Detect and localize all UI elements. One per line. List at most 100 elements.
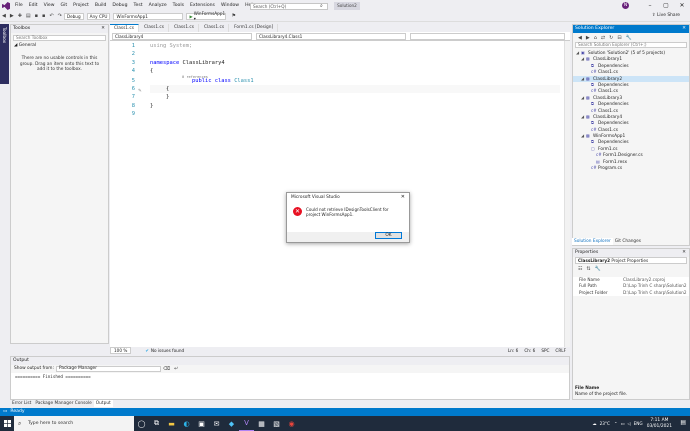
toolbox-search-input[interactable]: Search Toolbox: [13, 35, 106, 41]
line-ending[interactable]: CRLF: [555, 347, 566, 354]
tab-git-changes[interactable]: Git Changes: [613, 238, 643, 245]
property-row[interactable]: Project Folder D:\Lap Trinh C sharp\Solut…: [573, 290, 689, 296]
tree-item[interactable]: c#Program.cs: [573, 165, 689, 171]
home-icon[interactable]: ⌂: [594, 35, 597, 41]
menu-edit[interactable]: Edit: [26, 0, 41, 11]
menu-analyze[interactable]: Analyze: [146, 0, 170, 11]
tree-item-label: ClassLibrary1: [593, 57, 623, 63]
tab-class1[interactable]: Class1.cs: [140, 24, 170, 32]
platform-dropdown[interactable]: Any CPU: [86, 12, 111, 20]
categorized-icon[interactable]: ☷: [578, 266, 582, 272]
close-icon[interactable]: ✕: [101, 25, 105, 33]
chrome-icon[interactable]: ◉: [284, 416, 299, 431]
back-icon[interactable]: ◀: [2, 13, 6, 19]
refresh-icon[interactable]: ↻: [609, 35, 613, 41]
close-icon[interactable]: ✕: [682, 25, 686, 33]
solution-explorer-search[interactable]: Search Solution Explorer (Ctrl+;): [575, 42, 687, 48]
minimize-icon[interactable]: –: [642, 0, 658, 11]
line-number: 1: [131, 43, 135, 49]
tab-output[interactable]: Output: [93, 400, 113, 407]
ok-button[interactable]: OK: [375, 232, 402, 239]
output-source-dropdown[interactable]: Package Manager: [55, 366, 161, 372]
redo-icon[interactable]: ↷: [58, 13, 62, 19]
editor-scrollbar[interactable]: [564, 41, 570, 347]
project-dropdown[interactable]: ClassLibrary4: [112, 32, 252, 40]
edge-browser-icon[interactable]: ◐: [179, 416, 194, 431]
save-icon[interactable]: ▪: [35, 13, 38, 19]
app-icon[interactable]: ◆: [224, 416, 239, 431]
toolbar-misc-icon[interactable]: ⚑: [231, 13, 235, 19]
tab-solution-explorer[interactable]: Solution Explorer: [572, 238, 613, 245]
task-view-icon[interactable]: ⧉: [149, 416, 164, 431]
open-icon[interactable]: ▤: [26, 13, 31, 19]
forward-icon[interactable]: ▶: [10, 13, 14, 19]
tab-class1-active[interactable]: Class1.cs: [110, 24, 140, 32]
menu-debug[interactable]: Debug: [109, 0, 130, 11]
store-icon[interactable]: ▣: [194, 416, 209, 431]
property-pages-icon[interactable]: 🔧: [595, 266, 601, 272]
taskbar-search-input[interactable]: ⌕ Type here to search: [14, 416, 134, 431]
collapse-all-icon[interactable]: ⊟: [617, 35, 621, 41]
zoom-level[interactable]: 100 %: [110, 347, 132, 354]
new-item-icon[interactable]: ✚: [18, 13, 22, 19]
clock[interactable]: 7:11 AM 03/01/2021: [647, 418, 672, 429]
sync-icon[interactable]: ⇄: [601, 35, 605, 41]
account-avatar[interactable]: N: [622, 2, 629, 9]
undo-icon[interactable]: ↶: [49, 13, 53, 19]
tab-form1-design[interactable]: Form1.cs [Design]: [230, 24, 279, 32]
visual-studio-icon[interactable]: V: [239, 416, 254, 431]
notifications-icon[interactable]: ▤: [680, 419, 686, 426]
forward-icon[interactable]: ▶: [586, 35, 590, 41]
quick-actions-icon[interactable]: ✎: [138, 89, 142, 94]
menu-test[interactable]: Test: [131, 0, 146, 11]
menu-file[interactable]: File: [12, 0, 26, 11]
tab-class1[interactable]: Class1.cs: [200, 24, 230, 32]
maximize-icon[interactable]: ▢: [658, 0, 674, 11]
menu-tools[interactable]: Tools: [170, 0, 187, 11]
toolbox-side-tab[interactable]: Toolbox: [0, 24, 9, 84]
properties-object-dropdown[interactable]: ClassLibrary2 Project Properties: [575, 257, 687, 264]
network-icon[interactable]: ▭: [620, 421, 624, 426]
clear-all-icon[interactable]: ⌫: [163, 365, 170, 373]
save-all-icon[interactable]: ▪: [42, 13, 45, 19]
start-button-label: WinFormsApp1 ▾: [193, 11, 226, 21]
type-dropdown[interactable]: ClassLibrary4.Class1: [256, 32, 406, 40]
menu-build[interactable]: Build: [92, 0, 110, 11]
menu-git[interactable]: Git: [58, 0, 71, 11]
mail-icon[interactable]: ✉: [209, 416, 224, 431]
back-icon[interactable]: ◀: [578, 35, 582, 41]
menu-view[interactable]: View: [41, 0, 58, 11]
close-icon[interactable]: ✕: [401, 193, 405, 202]
tab-class1[interactable]: Class1.cs: [170, 24, 200, 32]
configuration-dropdown[interactable]: Debug: [63, 12, 84, 20]
close-icon[interactable]: ✕: [682, 249, 686, 257]
tab-package-manager-console[interactable]: Package Manager Console: [33, 400, 93, 407]
app-icon[interactable]: ▧: [269, 416, 284, 431]
word-wrap-icon[interactable]: ↵: [174, 365, 178, 373]
input-language[interactable]: ENG: [634, 421, 643, 426]
start-button[interactable]: [0, 416, 14, 431]
show-hidden-icons-icon[interactable]: ⌃: [614, 421, 618, 426]
search-input[interactable]: Search (Ctrl+Q): [250, 3, 328, 10]
menu-project[interactable]: Project: [70, 0, 92, 11]
notepad-icon[interactable]: ▦: [254, 416, 269, 431]
volume-icon[interactable]: ◁: [627, 421, 630, 426]
show-output-label: Show output from:: [14, 366, 54, 371]
menu-extensions[interactable]: Extensions: [187, 0, 218, 11]
alphabetical-icon[interactable]: ⇅: [586, 266, 590, 272]
start-debugging-button[interactable]: ▶ WinFormsApp1 ▾: [186, 11, 227, 21]
menu-window[interactable]: Window: [218, 0, 242, 11]
properties-icon[interactable]: 🔧: [626, 35, 632, 41]
startup-project-dropdown[interactable]: WinFormsApp1: [113, 12, 184, 20]
whitespace-mode[interactable]: SPC: [541, 347, 549, 354]
close-icon[interactable]: ✕: [674, 0, 690, 11]
explorer-folder-icon[interactable]: ▬: [164, 416, 179, 431]
tab-error-list[interactable]: Error List: [10, 400, 33, 407]
live-share-button[interactable]: ⇪ Live Share: [652, 13, 680, 18]
task-view-icon[interactable]: ◯: [134, 416, 149, 431]
references-codelens[interactable]: 0 references: [182, 75, 208, 79]
temperature[interactable]: 23°C: [600, 421, 610, 426]
issues-status[interactable]: No issues found: [151, 347, 184, 354]
weather-icon[interactable]: ☁: [592, 421, 596, 426]
member-dropdown[interactable]: [410, 32, 565, 40]
